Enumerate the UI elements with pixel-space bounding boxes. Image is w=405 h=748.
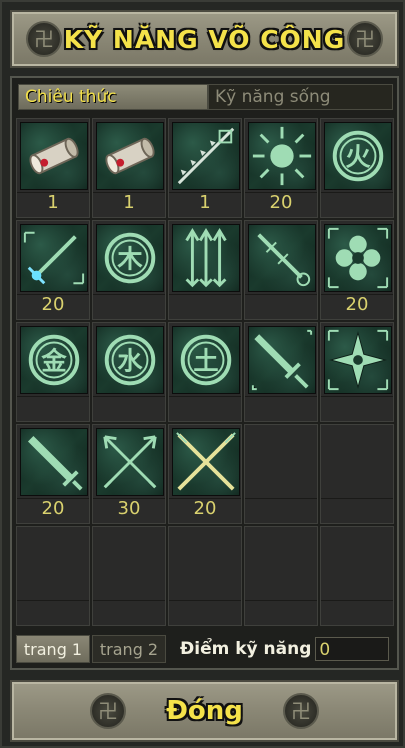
shuriken-icon[interactable] [324, 326, 392, 394]
tab-ky-nang-song[interactable]: Kỹ năng sống [208, 84, 393, 110]
empty-skill-slot [92, 526, 166, 626]
skill-level: 20 [41, 294, 65, 315]
skill-slot[interactable]: 20 [244, 118, 318, 218]
broad-blade-icon[interactable] [20, 428, 88, 496]
skill-slot[interactable]: 水 [92, 322, 166, 422]
category-tabs: Chiêu thức Kỹ năng sống [18, 84, 393, 110]
skill-level: 20 [269, 192, 293, 213]
slot-divider [245, 498, 317, 499]
slot-divider [245, 600, 317, 601]
tab-chieu-thuc[interactable]: Chiêu thức [18, 84, 208, 110]
sword-strike-icon[interactable] [20, 224, 88, 292]
skill-slot[interactable] [168, 220, 242, 320]
earth-element-icon[interactable]: 土 [172, 326, 240, 394]
arrow-volley-icon[interactable] [172, 122, 240, 190]
skill-level: 20 [41, 498, 65, 519]
radiant-orb-icon[interactable] [248, 122, 316, 190]
skill-level: 30 [117, 498, 141, 519]
skills-window: 卍 KỸ NĂNG VÕ CÔNG 卍 Chiêu thức Kỹ năng s… [0, 0, 405, 748]
scroll-icon[interactable] [96, 122, 164, 190]
crossed-arrows-icon[interactable] [96, 428, 164, 496]
slot-divider [169, 600, 241, 601]
skill-grid: 1 1 1 20 火 20 木 20 金 水 土 20 30 20 [16, 118, 394, 626]
skill-level [245, 396, 317, 418]
skill-slot[interactable] [320, 322, 394, 422]
svg-text:火: 火 [345, 143, 371, 172]
skill-level [93, 396, 165, 418]
window-title: KỸ NĂNG VÕ CÔNG [63, 24, 346, 54]
green-sword-icon[interactable] [248, 326, 316, 394]
page-tab-2[interactable]: trang 2 [92, 635, 166, 663]
skill-level [245, 294, 317, 316]
skill-slot[interactable]: 1 [16, 118, 90, 218]
emblem-icon: 卍 [26, 21, 62, 57]
svg-text:金: 金 [40, 347, 67, 376]
empty-skill-slot [16, 526, 90, 626]
skill-slot[interactable]: 30 [92, 424, 166, 524]
wood-element-icon[interactable]: 木 [96, 224, 164, 292]
skill-slot[interactable]: 木 [92, 220, 166, 320]
skill-level [93, 294, 165, 316]
water-element-icon[interactable]: 水 [96, 326, 164, 394]
empty-skill-slot [320, 424, 394, 524]
empty-skill-slot [168, 526, 242, 626]
quatrefoil-icon[interactable] [324, 224, 392, 292]
svg-text:水: 水 [117, 347, 143, 376]
skill-slot[interactable]: 金 [16, 322, 90, 422]
empty-skill-slot [320, 526, 394, 626]
skill-panel-footer: trang 1 trang 2 Điểm kỹ năng 0 [16, 634, 394, 664]
slot-divider [321, 600, 393, 601]
page-tab-1[interactable]: trang 1 [16, 635, 90, 663]
skill-slot[interactable]: 20 [16, 424, 90, 524]
skill-level [169, 294, 241, 316]
emblem-icon: 卍 [283, 693, 319, 729]
skill-slot[interactable]: 20 [168, 424, 242, 524]
skill-points-value: 0 [315, 637, 390, 661]
slot-divider [321, 498, 393, 499]
metal-element-icon[interactable]: 金 [20, 326, 88, 394]
title-bar: 卍 KỸ NĂNG VÕ CÔNG 卍 [10, 10, 399, 68]
slot-divider [93, 600, 165, 601]
emblem-icon: 卍 [347, 21, 383, 57]
skill-level [169, 396, 241, 418]
slot-divider [17, 600, 89, 601]
skill-slot[interactable] [244, 220, 318, 320]
skill-points-label: Điểm kỹ năng [180, 639, 312, 659]
skill-level [321, 396, 393, 418]
skill-level: 1 [123, 192, 135, 213]
close-button[interactable]: 卍 Đóng 卍 [10, 680, 399, 742]
skill-level: 1 [199, 192, 211, 213]
triple-arrow-icon[interactable] [172, 224, 240, 292]
skill-panel: Chiêu thức Kỹ năng sống 1 1 1 20 火 20 木 20 金 水 土 20… [10, 76, 399, 670]
close-button-label: Đóng [166, 696, 243, 726]
skill-slot[interactable]: 火 [320, 118, 394, 218]
emblem-icon: 卍 [90, 693, 126, 729]
svg-text:木: 木 [116, 245, 143, 274]
empty-skill-slot [244, 526, 318, 626]
skill-slot[interactable]: 20 [320, 220, 394, 320]
skill-slot[interactable]: 1 [92, 118, 166, 218]
scroll-icon[interactable] [20, 122, 88, 190]
skill-slot[interactable] [244, 322, 318, 422]
skill-slot[interactable]: 1 [168, 118, 242, 218]
skill-slot[interactable]: 土 [168, 322, 242, 422]
empty-skill-slot [244, 424, 318, 524]
skill-level: 20 [345, 294, 369, 315]
skill-level [321, 192, 393, 214]
svg-text:土: 土 [193, 347, 218, 376]
crossed-spears-icon[interactable] [172, 428, 240, 496]
skill-level: 20 [193, 498, 217, 519]
spiked-sword-icon[interactable] [248, 224, 316, 292]
skill-level [17, 396, 89, 418]
skill-level: 1 [47, 192, 59, 213]
fire-element-icon[interactable]: 火 [324, 122, 392, 190]
skill-slot[interactable]: 20 [16, 220, 90, 320]
